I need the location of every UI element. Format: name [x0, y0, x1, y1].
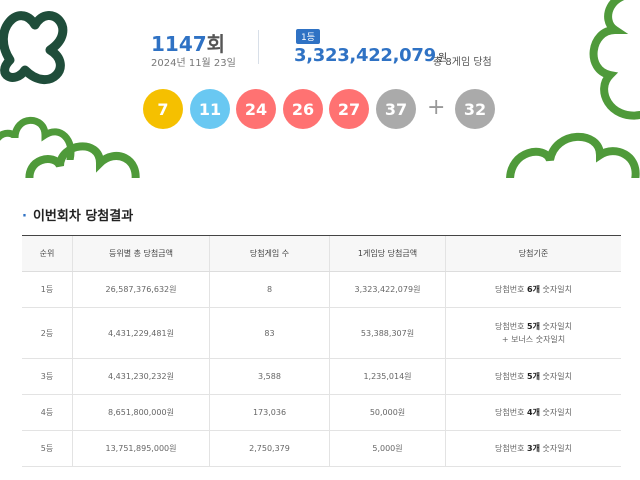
- criteria-prefix: 당첨번호: [495, 322, 528, 331]
- round-title: 1147회: [151, 28, 225, 57]
- first-prize-amount: 3,323,422,079: [294, 45, 436, 66]
- criteria-count: 4개: [527, 408, 540, 417]
- rank-cell: 5등: [22, 430, 73, 467]
- criteria-cell: 당첨번호 6개 숫자일치: [445, 271, 621, 308]
- games-cell: 83: [209, 307, 330, 359]
- divider: [258, 30, 259, 64]
- number-ball: 26: [283, 89, 323, 129]
- games-cell: 173,036: [209, 394, 330, 431]
- ball-number: 7: [157, 99, 169, 119]
- number-ball: 27: [329, 89, 369, 129]
- per-game-cell: 3,323,422,079원: [329, 271, 446, 308]
- per-game-cell: 1,235,014원: [329, 358, 446, 395]
- per-game-cell: 50,000원: [329, 394, 446, 431]
- col-rank-header: 순위: [22, 235, 73, 272]
- total-cell: 26,587,376,632원: [72, 271, 210, 308]
- ball-number: 26: [291, 99, 315, 119]
- clover-leaf-icon: [589, 0, 640, 120]
- table-row: 1등 26,587,376,632원 8 3,323,422,079원 당첨번호…: [22, 271, 621, 308]
- table-header-row: 순위 등위별 총 당첨금액 당첨게임 수 1게임당 당첨금액 당첨기준: [22, 235, 621, 272]
- table-row: 2등 4,431,229,481원 83 53,388,307원 당첨번호 5개…: [22, 307, 621, 359]
- ball-number: 24: [244, 99, 268, 119]
- criteria-suffix: 숫자일치: [539, 322, 572, 331]
- total-cell: 13,751,895,000원: [72, 430, 210, 467]
- bonus-number: 32: [463, 99, 487, 119]
- criteria-prefix: 당첨번호: [495, 372, 528, 381]
- criteria-prefix: 당첨번호: [495, 408, 528, 417]
- criteria-suffix: 숫자일치: [539, 285, 572, 294]
- rank-cell: 2등: [22, 307, 73, 359]
- criteria-suffix: 숫자일치: [539, 408, 572, 417]
- criteria-count: 5개: [527, 322, 540, 331]
- table-row: 3등 4,431,230,232원 3,588 1,235,014원 당첨번호 …: [22, 358, 621, 395]
- rank-cell: 1등: [22, 271, 73, 308]
- number-ball: 7: [143, 89, 183, 129]
- ball-number: 11: [198, 99, 222, 119]
- bullet-icon: ·: [22, 209, 27, 224]
- criteria-prefix: 당첨번호: [495, 444, 528, 453]
- criteria-cell: 당첨번호 5개 숫자일치: [445, 358, 621, 395]
- criteria-suffix: 숫자일치: [539, 372, 572, 381]
- per-game-cell: 5,000원: [329, 430, 446, 467]
- col-criteria-header: 당첨기준: [445, 235, 621, 272]
- criteria-cell: 당첨번호 5개 숫자일치 + 보너스 숫자일치: [445, 307, 621, 359]
- criteria-count: 6개: [527, 285, 540, 294]
- table-row: 5등 13,751,895,000원 2,750,379 5,000원 당첨번호…: [22, 430, 621, 467]
- total-cell: 4,431,230,232원: [72, 358, 210, 395]
- section-title: · 이번회차 당첨결과: [22, 205, 133, 224]
- clover-logo-icon: [0, 11, 68, 85]
- games-cell: 8: [209, 271, 330, 308]
- clover-leaf-icon: [25, 142, 140, 178]
- total-cell: 4,431,229,481원: [72, 307, 210, 359]
- number-ball: 11: [190, 89, 230, 129]
- first-prize: 3,323,422,079 원: [294, 45, 447, 66]
- games-cell: 2,750,379: [209, 430, 330, 467]
- criteria-cell: 당첨번호 4개 숫자일치: [445, 394, 621, 431]
- section-title-text: 이번회차 당첨결과: [32, 209, 134, 224]
- criteria-extra: + 보너스 숫자일치: [501, 335, 566, 344]
- criteria-cell: 당첨번호 3개 숫자일치: [445, 430, 621, 467]
- criteria-count: 5개: [527, 372, 540, 381]
- bonus-ball: 32: [455, 89, 495, 129]
- criteria-count: 3개: [527, 444, 540, 453]
- ball-number: 37: [384, 99, 408, 119]
- round-number: 1147: [151, 32, 207, 56]
- criteria-suffix: 숫자일치: [539, 444, 572, 453]
- number-ball: 24: [236, 89, 276, 129]
- criteria-prefix: 당첨번호: [495, 285, 528, 294]
- round-suffix: 회: [206, 32, 226, 56]
- total-cell: 8,651,800,000원: [72, 394, 210, 431]
- col-per-game-header: 1게임당 당첨금액: [329, 235, 446, 272]
- col-games-header: 당첨게임 수: [209, 235, 330, 272]
- rank-cell: 4등: [22, 394, 73, 431]
- rank-cell: 3등: [22, 358, 73, 395]
- table-row: 4등 8,651,800,000원 173,036 50,000원 당첨번호 4…: [22, 394, 621, 431]
- number-ball: 37: [376, 89, 416, 129]
- results-table: 순위 등위별 총 당첨금액 당첨게임 수 1게임당 당첨금액 당첨기준 1등 2…: [22, 235, 621, 467]
- ball-number: 27: [337, 99, 361, 119]
- clover-leaf-icon: [506, 132, 640, 178]
- rank-badge: 1등: [296, 29, 321, 44]
- games-cell: 3,588: [209, 358, 330, 395]
- draw-date: 2024년 11월 23일: [151, 58, 236, 69]
- col-total-header: 등위별 총 당첨금액: [72, 235, 210, 272]
- plus-icon: +: [427, 95, 446, 120]
- winner-count: 총 8게임 당첨: [433, 57, 492, 68]
- draw-result-banner: 1147회 2024년 11월 23일 1등 3,323,422,079 원 총 …: [0, 0, 640, 178]
- per-game-cell: 53,388,307원: [329, 307, 446, 359]
